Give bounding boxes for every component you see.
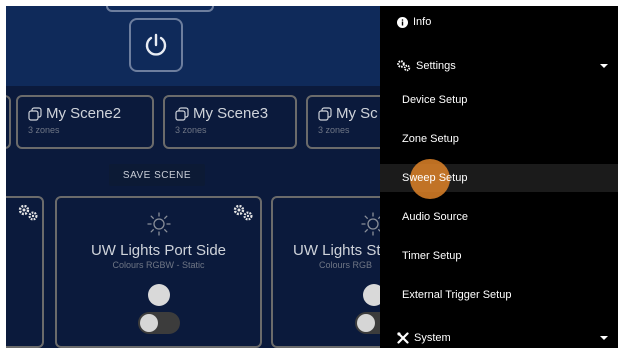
scene-name: My Scene3 (193, 105, 269, 122)
scene-icon (175, 106, 189, 121)
scene-zone-count: 3 zones (28, 125, 60, 135)
menu-audio-source[interactable]: Audio Source (380, 203, 618, 231)
menu-item-label: Zone Setup (402, 133, 459, 145)
menu-item-label: Audio Source (402, 211, 469, 223)
save-scene-button[interactable]: SAVE SCENE (109, 164, 205, 186)
info-icon (397, 16, 408, 28)
menu-settings-label: Settings (416, 60, 456, 72)
menu-timer-setup[interactable]: Timer Setup (380, 242, 618, 270)
zone-card-partial[interactable] (6, 196, 44, 348)
scene-card[interactable]: My Scene3 3 zones (163, 95, 297, 149)
scene-icon (28, 106, 42, 121)
menu-zone-setup[interactable]: Zone Setup (380, 125, 618, 153)
menu-external-trigger-setup[interactable]: External Trigger Setup (380, 281, 618, 309)
scene-icon (318, 106, 332, 121)
chevron-down-icon (600, 64, 608, 68)
menu-info-label: Info (413, 16, 432, 28)
zone-mode: Colours RGBW - Static (112, 260, 205, 270)
zone-power-toggle[interactable] (138, 312, 180, 334)
chevron-down-icon (600, 336, 608, 340)
color-indicator[interactable] (148, 284, 170, 306)
settings-gears-icon[interactable] (18, 204, 40, 222)
settings-gears-icon[interactable] (233, 204, 255, 222)
scene-zone-count: 3 zones (175, 125, 207, 135)
app-screen: My Scene2 3 zones My Scene3 3 zones My S… (6, 6, 618, 348)
settings-gears-icon (397, 60, 411, 72)
zone-name: UW Lights Port Side (90, 242, 227, 259)
power-icon (145, 33, 167, 56)
side-menu: Info Settings Device Setup Zone Setup Sw… (380, 6, 618, 348)
menu-item-label: External Trigger Setup (402, 289, 512, 301)
menu-sweep-setup[interactable]: Sweep Setup (380, 164, 618, 192)
scene-card-partial[interactable] (6, 95, 11, 149)
header-area (6, 6, 380, 86)
menu-item-label: Sweep Setup (402, 172, 468, 184)
menu-item-label: Timer Setup (402, 250, 462, 262)
power-button[interactable] (129, 18, 183, 72)
scene-name: My Sc (336, 105, 378, 122)
toggle-knob (140, 314, 158, 332)
menu-system[interactable]: System (380, 324, 618, 348)
scene-name: My Scene2 (46, 105, 122, 122)
menu-device-setup[interactable]: Device Setup (380, 86, 618, 114)
scene-card[interactable]: My Scene2 3 zones (16, 95, 154, 149)
menu-system-label: System (414, 332, 451, 344)
zone-card[interactable]: UW Lights Port Side Colours RGBW - Stati… (55, 196, 262, 348)
top-tab[interactable] (106, 6, 214, 12)
toggle-knob (357, 314, 375, 332)
tools-icon (397, 332, 409, 344)
menu-settings[interactable]: Settings (380, 52, 618, 80)
menu-item-label: Device Setup (402, 94, 468, 106)
menu-info[interactable]: Info (380, 8, 618, 36)
light-bulb-icon (147, 212, 171, 236)
